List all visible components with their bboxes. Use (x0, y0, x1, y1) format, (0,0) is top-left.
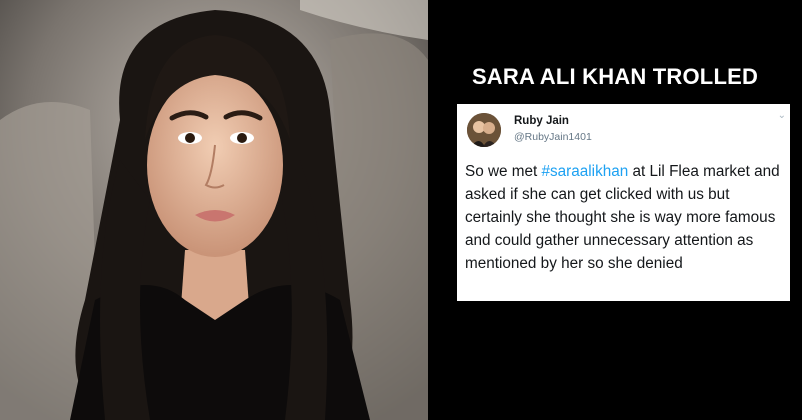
photo-panel (0, 0, 428, 420)
tweet-text: So we met #saraalikhan at Lil Flea marke… (465, 160, 787, 275)
tweet-author-name[interactable]: Ruby Jain (514, 115, 569, 127)
tweet-hashtag[interactable]: #saraalikhan (542, 163, 629, 180)
right-panel: SARA ALI KHAN TROLLED Ruby Jain @RubyJai… (428, 0, 802, 420)
tweet-avatar[interactable] (467, 113, 501, 147)
portrait-photo (0, 0, 428, 420)
tweet-author-handle[interactable]: @RubyJain1401 (514, 131, 592, 143)
chevron-down-icon[interactable]: ⌄ (778, 110, 786, 121)
tweet-card: Ruby Jain @RubyJain1401 ⌄ So we met #sar… (457, 104, 790, 301)
headline: SARA ALI KHAN TROLLED (471, 64, 759, 89)
tweet-text-before: So we met (465, 163, 542, 180)
